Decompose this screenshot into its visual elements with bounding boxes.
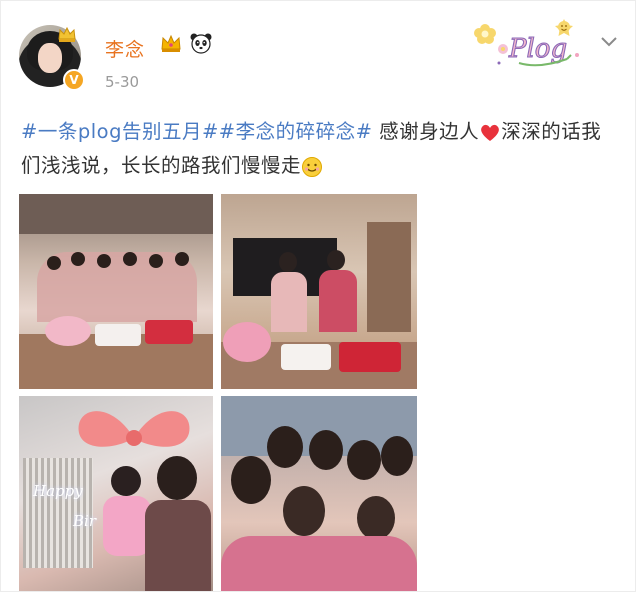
person-head [279, 252, 297, 272]
roses-box [339, 342, 401, 372]
photo-woman-with-baby[interactable]: Happy Bir [19, 396, 213, 591]
verified-v-icon: V [63, 69, 85, 91]
smile-emoji-icon [302, 156, 323, 177]
person-head [381, 436, 413, 476]
person-head [47, 256, 61, 270]
flowers [223, 322, 271, 362]
person-head [283, 486, 325, 536]
panda-icon [190, 33, 212, 54]
person-head [309, 430, 343, 470]
plog-sticker-text: Plog [508, 34, 567, 64]
avatar-crown-icon [58, 26, 76, 42]
bow-balloon-icon [78, 411, 190, 447]
woman-head [157, 456, 197, 500]
happy-birthday-sign: Happy [33, 482, 83, 500]
username[interactable]: 李念 [105, 35, 145, 62]
ceiling [19, 194, 213, 234]
crown-icon [161, 34, 181, 52]
red-heart-icon [481, 124, 500, 141]
baby-head [111, 466, 141, 496]
person-head [175, 252, 189, 266]
chevron-down-icon[interactable] [599, 35, 619, 49]
happy-birthday-sign-2: Bir [73, 512, 96, 530]
cake [95, 324, 141, 346]
post-body-1: 感谢身边人 [372, 120, 480, 143]
flower-icon [474, 24, 496, 44]
person-head [267, 426, 303, 468]
cake [281, 344, 331, 370]
avatar-face [38, 43, 62, 73]
user-badges [159, 31, 213, 55]
wood-panel [367, 222, 411, 332]
person-body [271, 272, 307, 332]
weibo-post-card: V 李念 5-30 Plog #一条plog告别五月##李念的碎碎念# 感谢身边… [0, 0, 636, 592]
hashtag-plog[interactable]: #一条plog告别五月# [21, 120, 219, 143]
person-head [357, 496, 395, 540]
woman-body [145, 500, 211, 591]
flowers [45, 316, 91, 346]
person-head [231, 456, 271, 504]
photo-group-party[interactable] [19, 194, 213, 389]
baby-body [103, 496, 151, 556]
people-clothing [221, 536, 417, 591]
hashtag-linian[interactable]: #李念的碎碎念# [219, 120, 373, 143]
photo-birthday-table[interactable] [221, 194, 417, 389]
person-head [327, 250, 345, 270]
photo-group-selfie[interactable] [221, 396, 417, 591]
person-body [319, 270, 357, 332]
plog-sticker: Plog [474, 19, 579, 67]
post-text: #一条plog告别五月##李念的碎碎念# 感谢身边人 深深的话我们浅浅说，长长的路… [21, 115, 621, 183]
person-head [97, 254, 111, 268]
person-head [149, 254, 163, 268]
person-head [123, 252, 137, 266]
person-head [71, 252, 85, 266]
post-date: 5-30 [105, 73, 140, 91]
people-group [37, 252, 197, 322]
person-head [347, 440, 381, 480]
roses-box [145, 320, 193, 344]
